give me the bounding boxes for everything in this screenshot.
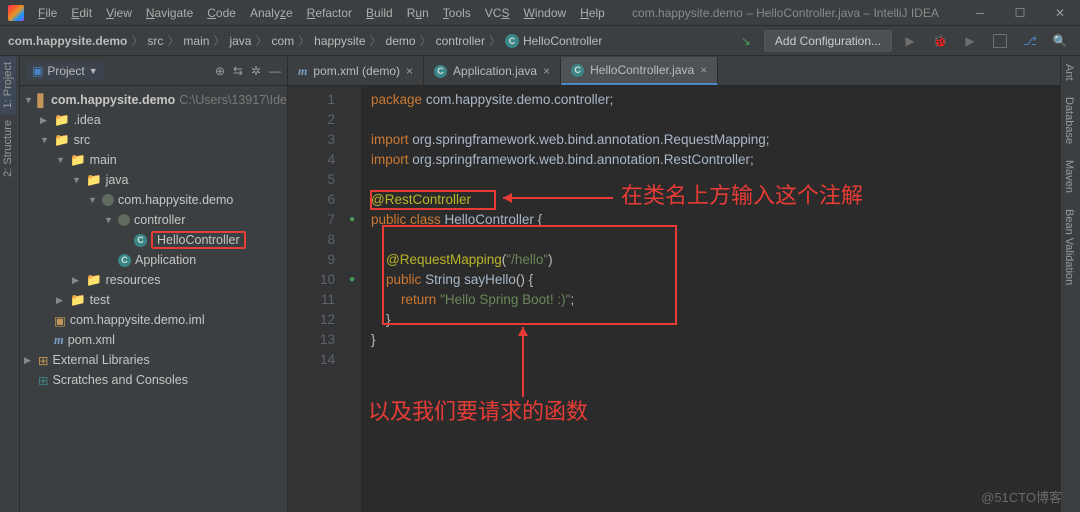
tab-pom[interactable]: mpom.xml (demo)× — [288, 57, 424, 85]
main-menu: File Edit View Navigate Code Analyze Ref… — [32, 2, 611, 24]
title-bar: File Edit View Navigate Code Analyze Ref… — [0, 0, 1080, 26]
menu-view[interactable]: View — [100, 2, 138, 24]
project-tool-tab[interactable]: 1: Project — [0, 56, 16, 114]
breadcrumbs[interactable]: com.happysite.demo〉 src〉 main〉 java〉 com… — [8, 32, 602, 49]
menu-window[interactable]: Window — [517, 2, 572, 24]
hide-icon[interactable]: — — [269, 64, 281, 78]
ant-tool-tab[interactable]: Ant — [1061, 56, 1077, 89]
maximize-button[interactable]: ☐ — [1000, 0, 1040, 26]
run-icon[interactable]: ▶ — [898, 29, 922, 53]
menu-file[interactable]: File — [32, 2, 63, 24]
vcs-icon[interactable]: ⎇ — [1018, 29, 1042, 53]
menu-tools[interactable]: Tools — [437, 2, 477, 24]
project-view-selector[interactable]: ▣ Project ▼ — [26, 62, 104, 80]
close-icon[interactable]: × — [406, 64, 413, 78]
sidebar-header: ▣ Project ▼ ⊕ ⇆ ✲ — — [20, 56, 287, 86]
menu-help[interactable]: Help — [574, 2, 611, 24]
menu-edit[interactable]: Edit — [65, 2, 98, 24]
intellij-logo-icon — [8, 5, 24, 21]
run-gutter-icon[interactable]: ● — [343, 210, 361, 230]
menu-vcs[interactable]: VCS — [479, 2, 516, 24]
add-configuration-button[interactable]: Add Configuration... — [764, 30, 892, 52]
run-gutter-icon[interactable]: ● — [343, 270, 361, 290]
maven-tool-tab[interactable]: Maven — [1061, 152, 1077, 201]
hello-controller-file[interactable]: HelloController — [151, 231, 246, 249]
menu-navigate[interactable]: Navigate — [140, 2, 199, 24]
nav-bar: com.happysite.demo〉 src〉 main〉 java〉 com… — [0, 26, 1080, 56]
package-icon — [102, 194, 114, 206]
gutter-icons: ● ● — [343, 86, 361, 512]
editor-area: mpom.xml (demo)× CApplication.java× CHel… — [288, 56, 1060, 512]
expand-all-icon[interactable]: ⇆ — [233, 64, 243, 78]
menu-build[interactable]: Build — [360, 2, 399, 24]
project-tree[interactable]: ▼▋com.happysite.demo C:\Users\13917\Ide … — [20, 86, 287, 512]
menu-code[interactable]: Code — [201, 2, 242, 24]
menu-run[interactable]: Run — [401, 2, 435, 24]
coverage-icon[interactable]: ▶ — [958, 29, 982, 53]
bean-validation-tool-tab[interactable]: Bean Validation — [1061, 201, 1077, 293]
right-tool-strip: Ant Database Maven Bean Validation — [1060, 56, 1080, 512]
project-sidebar: ▣ Project ▼ ⊕ ⇆ ✲ — ▼▋com.happysite.demo… — [20, 56, 288, 512]
structure-tool-tab[interactable]: 2: Structure — [0, 114, 16, 183]
minimize-button[interactable]: ─ — [960, 0, 1000, 26]
project-icon: ▣ — [32, 64, 43, 78]
tab-hellocontroller[interactable]: CHelloController.java× — [561, 57, 718, 85]
debug-icon[interactable]: 🐞 — [928, 29, 952, 53]
close-icon[interactable]: × — [543, 64, 550, 78]
menu-refactor[interactable]: Refactor — [301, 2, 358, 24]
watermark: @51CTO博客 — [981, 487, 1062, 506]
chevron-down-icon: ▼ — [89, 66, 98, 76]
window-title: com.happysite.demo – HelloController.jav… — [611, 6, 960, 20]
line-gutter: 1234567891011121314 — [288, 86, 343, 512]
settings-icon[interactable]: ✲ — [251, 64, 261, 78]
menu-analyze[interactable]: Analyze — [244, 2, 299, 24]
left-tool-strip: 1: Project 2: Structure — [0, 56, 20, 512]
search-icon[interactable]: 🔍 — [1048, 29, 1072, 53]
database-tool-tab[interactable]: Database — [1061, 89, 1077, 152]
close-icon[interactable]: × — [700, 63, 707, 77]
class-icon: C — [118, 254, 131, 267]
code-editor[interactable]: 1234567891011121314 ● ● package com.happ… — [288, 86, 1060, 512]
class-icon: C — [134, 234, 147, 247]
select-opened-icon[interactable]: ⊕ — [215, 64, 225, 78]
editor-tabs: mpom.xml (demo)× CApplication.java× CHel… — [288, 56, 1060, 86]
close-button[interactable]: ✕ — [1040, 0, 1080, 26]
tab-application[interactable]: CApplication.java× — [424, 57, 561, 85]
code-text[interactable]: package com.happysite.demo.controller; i… — [361, 86, 1060, 512]
package-icon — [118, 214, 130, 226]
class-icon: C — [505, 34, 519, 48]
stop-icon[interactable] — [988, 29, 1012, 53]
build-icon[interactable]: ↘ — [734, 29, 758, 53]
